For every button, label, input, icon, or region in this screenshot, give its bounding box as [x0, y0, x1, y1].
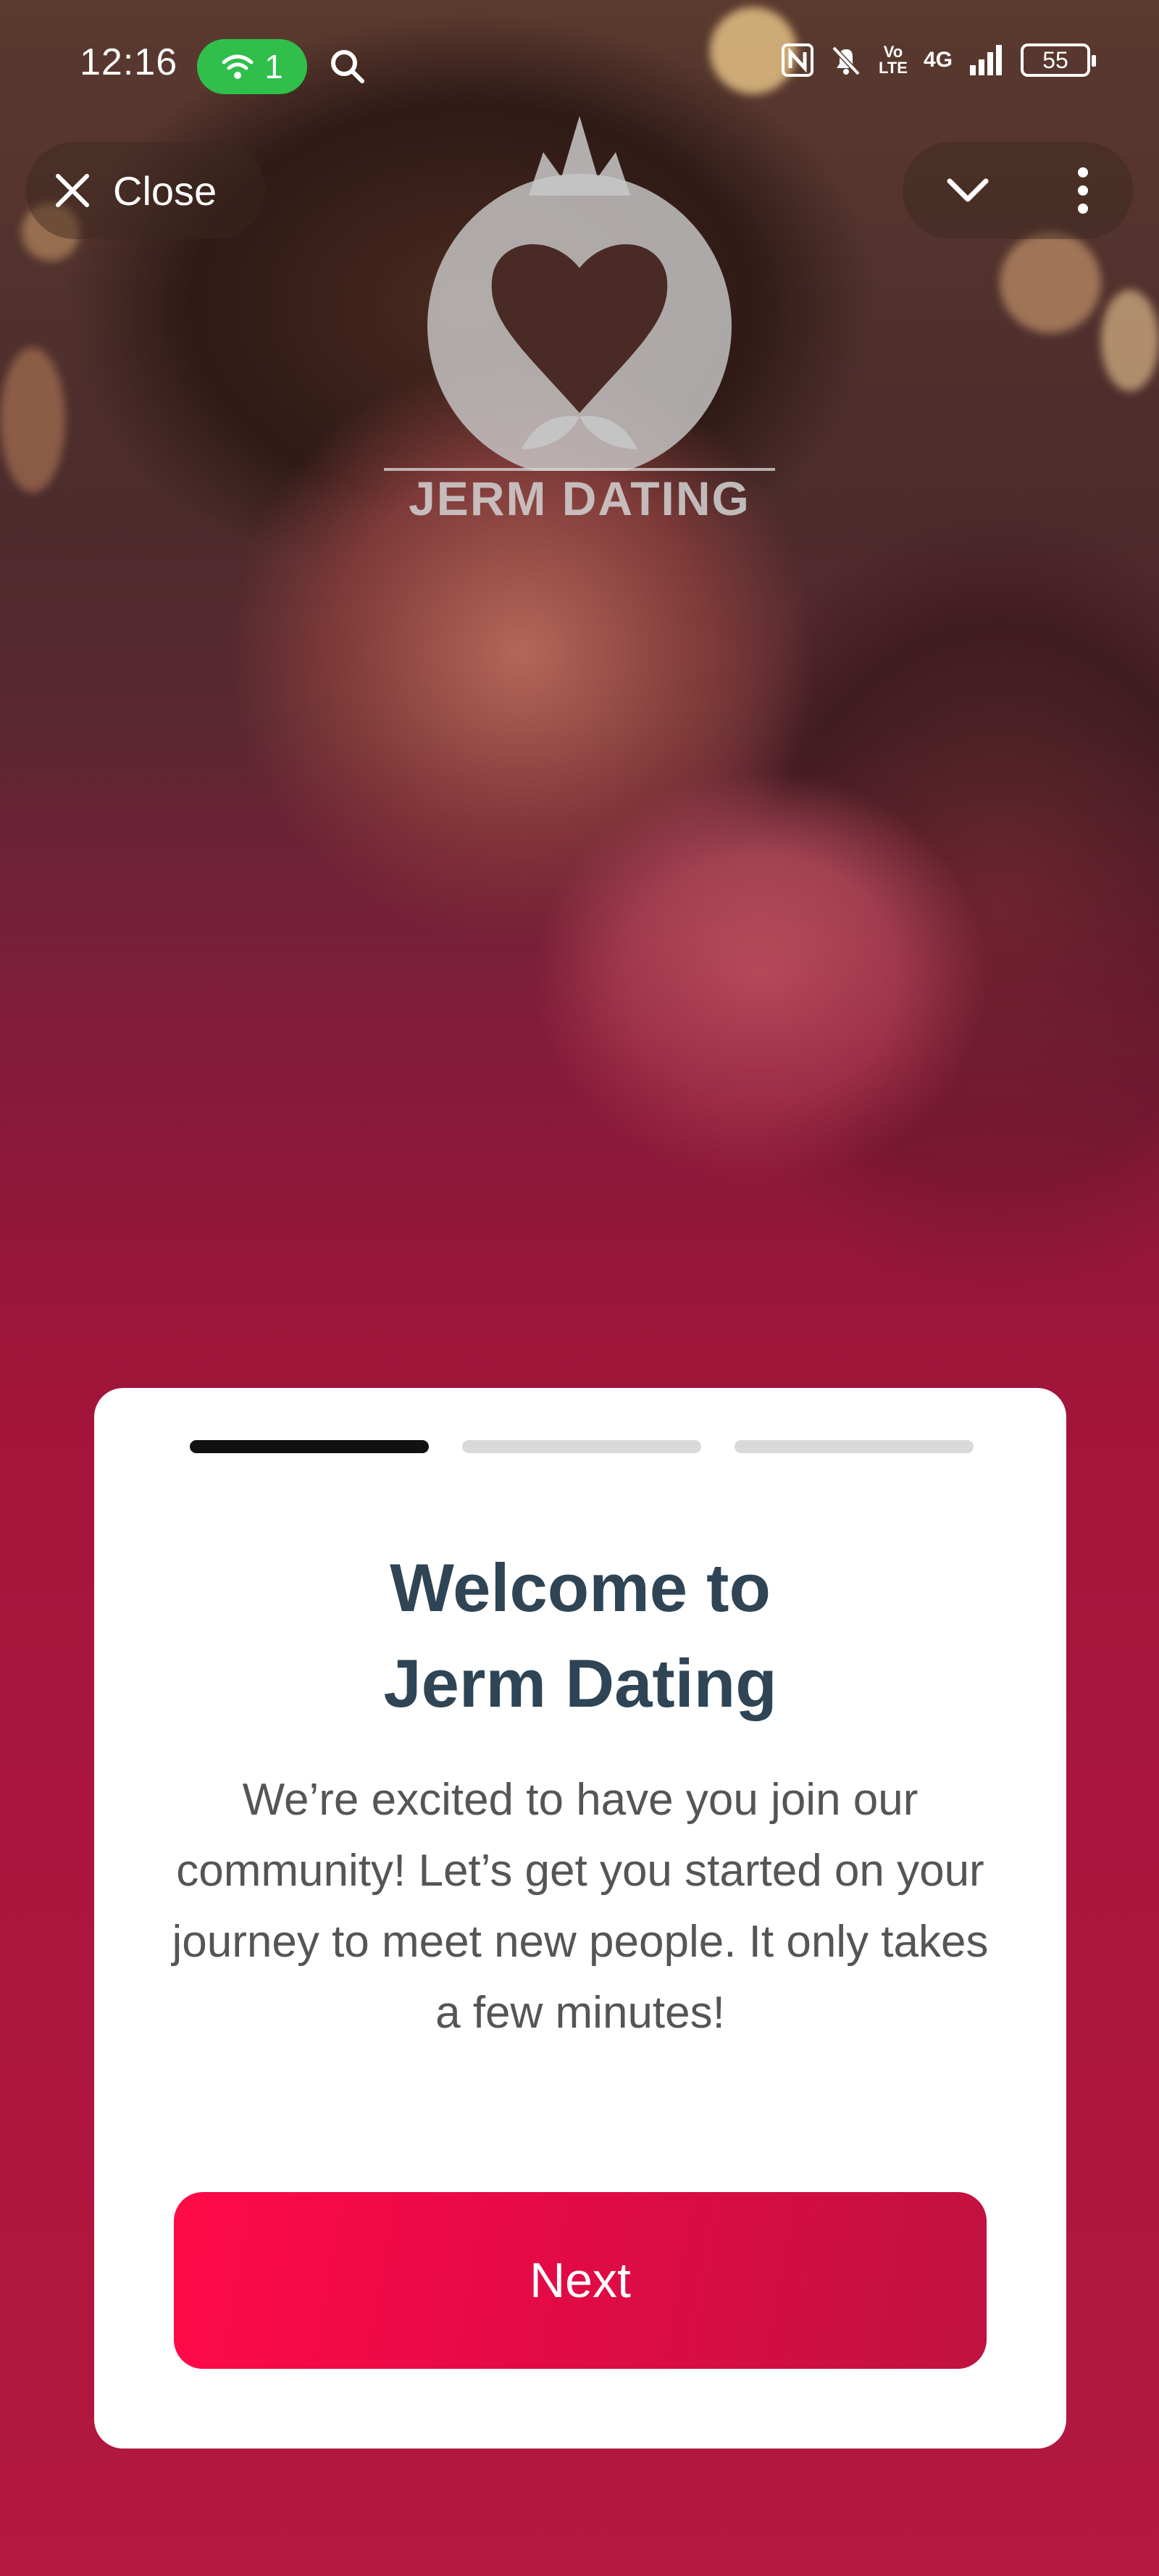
network-type: 4G — [923, 48, 953, 72]
title-line-2: Jerm Dating — [383, 1645, 777, 1721]
logo-wordmark: JERM DATING — [409, 472, 750, 525]
top-actions — [903, 142, 1133, 239]
close-button[interactable]: Close — [26, 142, 265, 239]
wifi-count: 1 — [264, 48, 283, 85]
volte-icon: Vo LTE — [879, 43, 908, 77]
progress-step-1 — [190, 1440, 429, 1453]
bokeh-light — [1000, 232, 1101, 333]
close-label: Close — [113, 167, 217, 214]
chevron-down-icon[interactable] — [942, 165, 993, 216]
bokeh-light — [1101, 290, 1159, 391]
app-logo: JERM DATING — [377, 109, 782, 543]
more-options-icon[interactable] — [1072, 165, 1094, 216]
close-icon — [56, 174, 89, 207]
wifi-hotspot-pill: 1 — [197, 39, 307, 94]
status-time: 12:16 — [80, 41, 178, 83]
pomegranate-heart-icon — [384, 116, 775, 478]
battery-level: 55 — [1042, 46, 1068, 73]
next-button[interactable]: Next — [174, 2192, 987, 2369]
bokeh-light — [0, 348, 65, 493]
progress-step-2 — [462, 1440, 701, 1453]
mute-bell-icon — [832, 46, 861, 76]
wifi-icon — [222, 54, 254, 79]
step-progress — [190, 1440, 974, 1453]
nfc-icon — [781, 43, 813, 77]
search-icon — [331, 50, 364, 83]
battery-icon: 55 — [1021, 43, 1096, 77]
title-line-1: Welcome to — [390, 1550, 771, 1626]
welcome-description: We’re excited to have you join our commu… — [172, 1775, 989, 2038]
welcome-title: Welcome to Jerm Dating — [94, 1540, 1066, 1731]
onboarding-card: Welcome to Jerm Dating We’re excited to … — [94, 1388, 1066, 2449]
signal-icon — [970, 45, 1002, 75]
progress-step-3 — [735, 1440, 974, 1453]
status-icons: Vo LTE 4G 55 — [781, 43, 1096, 77]
